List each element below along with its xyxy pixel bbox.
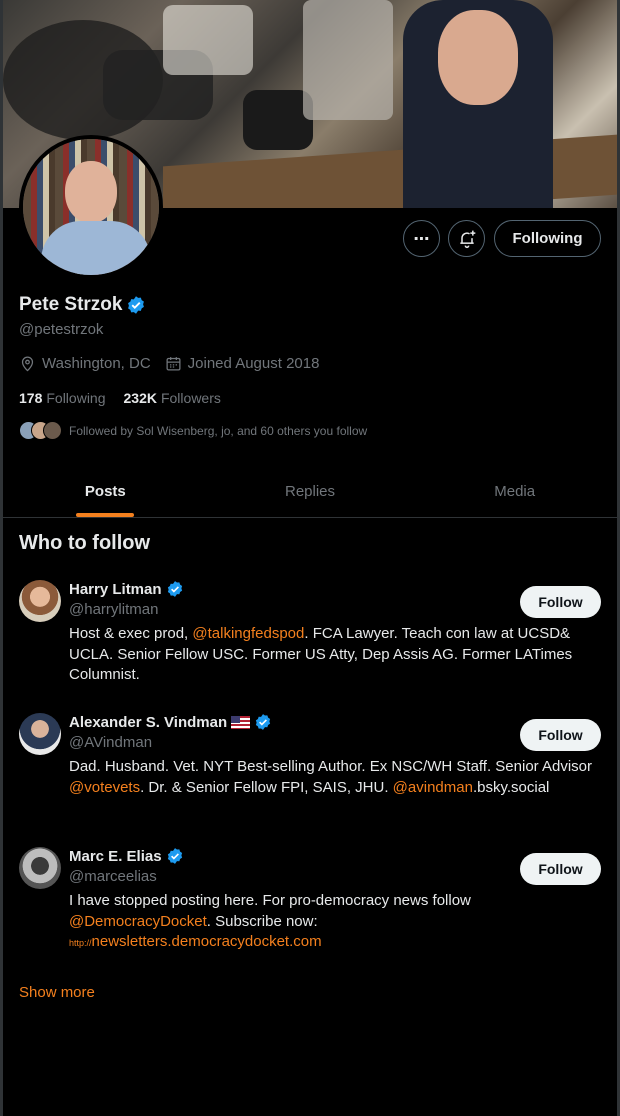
followers-count-link[interactable]: 232K Followers xyxy=(124,390,221,406)
mention-link[interactable]: @DemocracyDocket xyxy=(69,913,207,930)
followed-by-text: Followed by Sol Wisenberg, jo, and 60 ot… xyxy=(69,423,368,438)
location-pin-icon xyxy=(21,356,34,372)
user-handle: @AVindman xyxy=(69,734,153,751)
avatar[interactable] xyxy=(19,713,61,755)
user-handle: @harrylitman xyxy=(69,601,159,618)
followed-by-avatars xyxy=(19,421,62,440)
joined-item: Joined August 2018 xyxy=(165,355,320,372)
joined-text: Joined August 2018 xyxy=(187,355,320,372)
user-name[interactable]: Alexander S. Vindman xyxy=(69,713,272,731)
profile-handle: @petestrzok xyxy=(19,321,104,338)
notifications-button[interactable] xyxy=(448,220,485,257)
more-button[interactable]: ⋯ xyxy=(403,220,440,257)
user-bio: Host & exec prod, @talkingfedspod. FCA L… xyxy=(69,625,573,683)
calendar-icon xyxy=(166,357,181,371)
verified-badge-icon xyxy=(255,714,271,730)
tab-replies[interactable]: Replies xyxy=(208,466,413,517)
profile-tabs: Posts Replies Media xyxy=(3,466,617,518)
user-name[interactable]: Harry Litman xyxy=(69,580,184,598)
profile-avatar[interactable] xyxy=(19,135,163,279)
profile-name-text: Pete Strzok xyxy=(19,294,123,315)
verified-badge-icon xyxy=(128,296,145,314)
avatar[interactable] xyxy=(19,580,61,622)
location-text: Washington, DC xyxy=(42,355,151,372)
follow-button[interactable]: Follow xyxy=(520,853,601,885)
profile-name: Pete Strzok xyxy=(19,294,146,316)
bell-plus-icon xyxy=(459,230,475,248)
location-item: Washington, DC xyxy=(19,355,151,372)
avatar[interactable] xyxy=(19,847,61,889)
mention-link[interactable]: @talkingfedspod xyxy=(192,625,304,642)
us-flag-icon xyxy=(231,715,251,729)
who-to-follow-heading: Who to follow xyxy=(19,532,151,554)
following-button[interactable]: Following xyxy=(494,220,601,257)
verified-badge-icon xyxy=(167,581,182,597)
verified-badge-icon xyxy=(167,848,182,864)
url-link[interactable]: newsletters.democracydocket.com xyxy=(92,933,322,950)
follow-button[interactable]: Follow xyxy=(520,719,601,751)
follow-button[interactable]: Follow xyxy=(520,586,601,618)
more-icon: ⋯ xyxy=(413,230,430,248)
user-name[interactable]: Marc E. Elias xyxy=(69,847,184,865)
tab-media[interactable]: Media xyxy=(412,466,617,517)
user-bio: I have stopped posting here. For pro-dem… xyxy=(69,892,471,950)
user-handle: @marceelias xyxy=(69,868,157,885)
active-tab-indicator xyxy=(76,513,135,517)
user-bio: Dad. Husband. Vet. NYT Best-selling Auth… xyxy=(69,758,593,796)
url-prefix[interactable]: http:// xyxy=(69,938,92,948)
following-count-link[interactable]: 178 Following xyxy=(19,390,106,406)
followed-by-row[interactable]: Followed by Sol Wisenberg, jo, and 60 ot… xyxy=(19,421,367,440)
follow-counts: 178 Following 232K Followers xyxy=(19,390,221,406)
mention-link[interactable]: @avindman xyxy=(393,779,473,796)
profile-meta: Washington, DC Joined August 2018 xyxy=(19,355,333,372)
show-more-link[interactable]: Show more xyxy=(19,984,95,1001)
mention-link[interactable]: @votevets xyxy=(69,779,140,796)
tab-posts[interactable]: Posts xyxy=(3,466,208,517)
